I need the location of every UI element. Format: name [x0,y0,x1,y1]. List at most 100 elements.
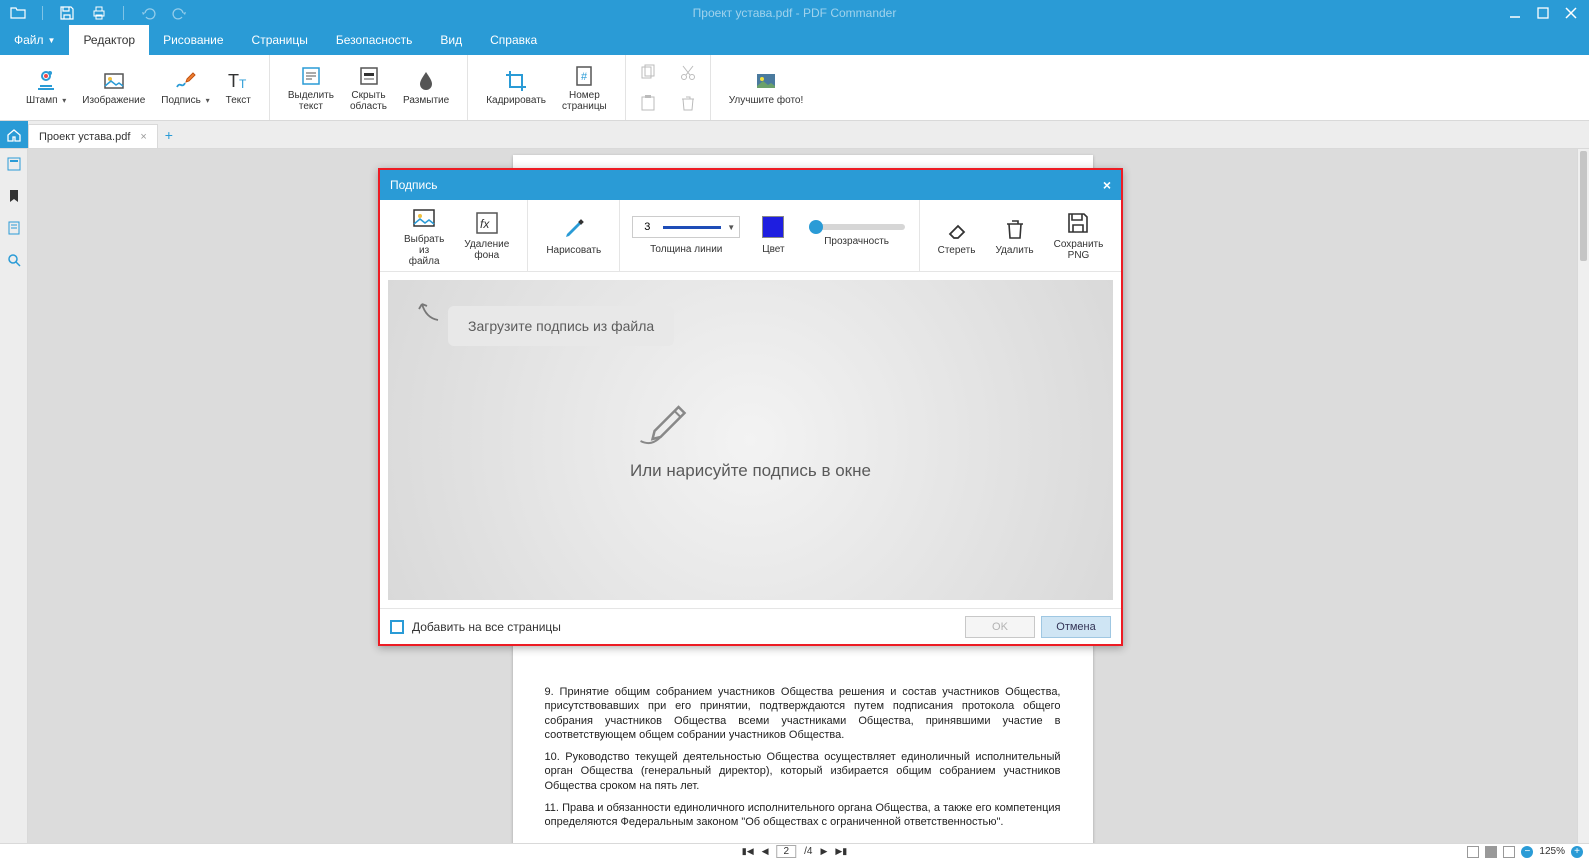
trash-icon[interactable] [676,91,700,115]
open-icon[interactable] [10,5,26,21]
hint-tooltip: Загрузите подпись из файла [448,306,674,346]
zoom-out-icon[interactable]: − [1521,846,1533,858]
add-all-pages-label: Добавить на все страницы [412,620,561,634]
ok-button[interactable]: OK [965,616,1035,638]
paste-icon[interactable] [636,91,660,115]
draw-pen-icon [630,399,871,451]
image-icon [102,69,126,93]
side-search-icon[interactable] [5,251,23,269]
dialog-footer: Добавить на все страницы OK Отмена [380,608,1121,644]
menu-file[interactable]: Файл▼ [0,25,69,55]
color-control: Цвет [752,200,794,271]
document-tabs: Проект устава.pdf × + [0,121,1589,149]
canvas-message: Или нарисуйте подпись в окне [630,461,871,481]
save-disk-icon [1065,210,1091,236]
document-tab[interactable]: Проект устава.pdf × [28,124,158,148]
dialog-title: Подпись [390,178,438,192]
menu-pages[interactable]: Страницы [238,25,322,55]
view-single-icon[interactable] [1467,846,1479,858]
zoom-value: 125% [1539,846,1565,857]
ribbon-enhance-photo[interactable]: Улучшите фото! [721,69,812,106]
select-text-icon [299,64,323,88]
blur-icon [414,69,438,93]
ribbon-select-text[interactable]: Выделить текст [280,64,342,112]
ribbon-image[interactable]: Изображение [74,69,153,106]
ribbon: Штамп ▾ Изображение Подпись ▾ TT Текст В… [0,55,1589,121]
select-from-file-button[interactable]: Выбрать из файла [394,205,454,267]
chevron-down-icon[interactable]: ▼ [727,223,735,232]
ribbon-signature[interactable]: Подпись ▾ [153,69,217,106]
document-paragraph: 11. Права и обязанности единоличного исп… [545,801,1061,830]
cut-icon[interactable] [676,61,700,85]
save-png-button[interactable]: Сохранить PNG [1044,210,1114,261]
hide-area-icon [357,64,381,88]
view-continuous-icon[interactable] [1503,846,1515,858]
tab-close-icon[interactable]: × [140,131,146,143]
menu-view[interactable]: Вид [426,25,476,55]
signature-dialog: Подпись × Выбрать из файла fx Удаление ф… [378,168,1123,646]
ribbon-text[interactable]: TT Текст [218,69,259,106]
ribbon-page-number[interactable]: # Номер страницы [554,64,615,112]
cancel-button[interactable]: Отмена [1041,616,1111,638]
save-icon[interactable] [59,5,75,21]
erase-button[interactable]: Стереть [928,216,986,256]
vertical-scrollbar[interactable] [1577,149,1589,843]
copy-icon[interactable] [636,61,660,85]
statusbar: ▮◀ ◀ 2 /4 ▶ ▶▮ − 125% + [0,843,1589,859]
window-title: Проект устава.pdf - PDF Commander [693,6,897,20]
image-frame-icon [411,205,437,231]
signature-canvas[interactable]: Загрузите подпись из файла Или нарисуйте… [388,280,1113,600]
page-first-icon[interactable]: ▮◀ [742,846,754,857]
redo-icon[interactable] [172,5,188,21]
menu-help[interactable]: Справка [476,25,551,55]
trash-icon [1002,216,1028,242]
signature-icon [173,69,197,93]
side-toolbar [0,149,28,843]
document-paragraph: 9. Принятие общим собранием участников О… [545,685,1061,742]
add-all-pages-checkbox[interactable] [390,620,404,634]
draw-button[interactable]: Нарисовать [536,216,611,256]
print-icon[interactable] [91,5,107,21]
maximize-icon[interactable] [1535,5,1551,21]
ribbon-hide-area[interactable]: Скрыть область [342,64,395,112]
zoom-in-icon[interactable]: + [1571,846,1583,858]
page-prev-icon[interactable]: ◀ [762,846,769,857]
menubar: Файл▼ Редактор Рисование Страницы Безопа… [0,25,1589,55]
svg-text:T: T [228,71,239,91]
delete-button[interactable]: Удалить [985,216,1043,256]
ribbon-stamp[interactable]: Штамп ▾ [18,69,74,106]
thickness-value[interactable] [637,221,657,233]
side-thumbnails-icon[interactable] [5,155,23,173]
menu-editor[interactable]: Редактор [69,25,149,55]
transparency-control: Прозрачность [795,200,919,271]
minimize-icon[interactable] [1507,5,1523,21]
hint-arrow-icon [416,298,444,326]
home-tab[interactable] [0,121,28,148]
undo-icon[interactable] [140,5,156,21]
side-attachments-icon[interactable] [5,219,23,237]
menu-drawing[interactable]: Рисование [149,25,237,55]
side-bookmarks-icon[interactable] [5,187,23,205]
page-next-icon[interactable]: ▶ [820,846,827,857]
menu-security[interactable]: Безопасность [322,25,427,55]
dialog-close-icon[interactable]: × [1103,177,1111,193]
thickness-selector[interactable]: ▼ [632,216,740,238]
tab-add[interactable]: + [158,121,180,148]
transparency-slider[interactable] [809,224,905,230]
svg-text:fx: fx [480,217,490,231]
remove-bg-button[interactable]: fx Удаление фона [454,210,519,261]
ribbon-blur[interactable]: Размытие [395,69,457,106]
ribbon-crop[interactable]: Кадрировать [478,69,554,106]
fx-icon: fx [474,210,500,236]
thickness-preview [663,226,721,229]
color-label: Цвет [762,244,784,255]
dialog-toolbar: Выбрать из файла fx Удаление фона Нарисо… [380,200,1121,272]
color-swatch[interactable] [762,216,784,238]
zoom-controls: − 125% + [1467,846,1583,858]
page-current[interactable]: 2 [777,845,797,858]
page-last-icon[interactable]: ▶▮ [835,846,847,857]
view-facing-icon[interactable] [1485,846,1497,858]
dialog-titlebar: Подпись × [380,170,1121,200]
document-paragraph: 10. Руководство текущей деятельностью Об… [545,750,1061,793]
close-icon[interactable] [1563,5,1579,21]
